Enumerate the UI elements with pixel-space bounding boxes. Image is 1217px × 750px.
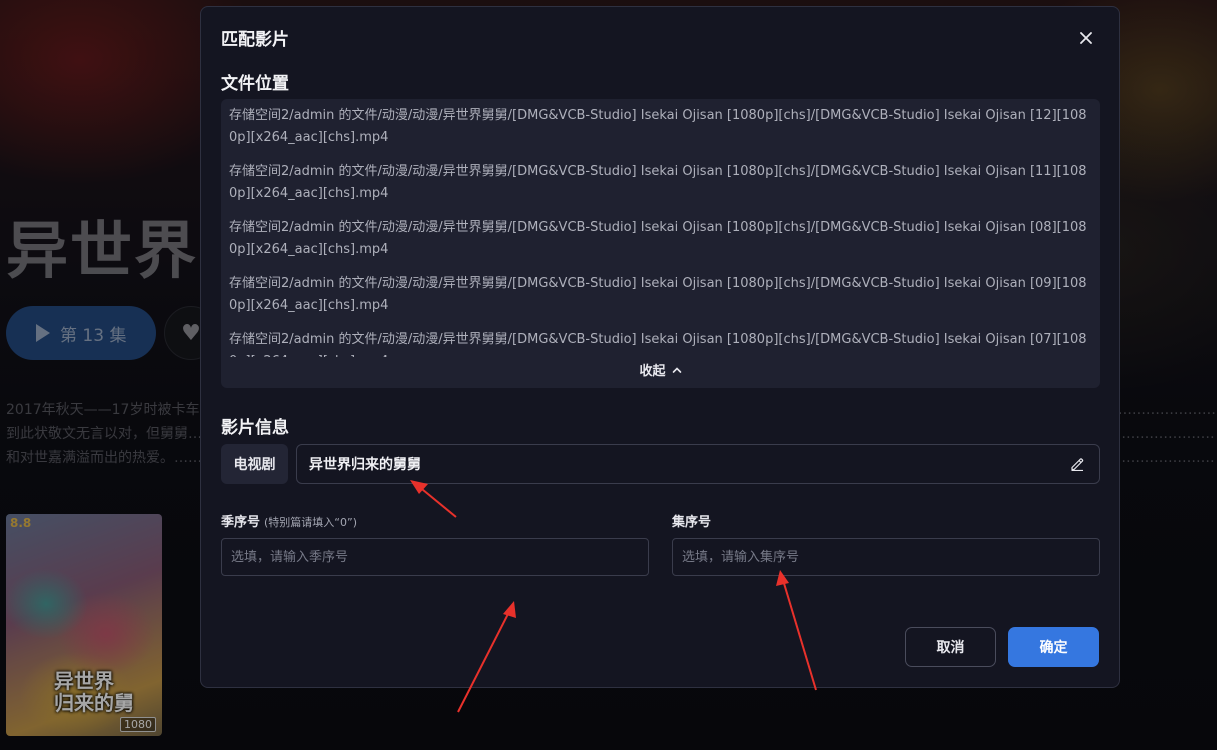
media-title-field[interactable]: 异世界归来的舅舅 xyxy=(296,444,1100,484)
season-hint: (特别篇请填入“0”) xyxy=(264,516,357,529)
confirm-button[interactable]: 确定 xyxy=(1008,627,1099,667)
file-path-item[interactable]: 存储空间2/admin 的文件/动漫/动漫/异世界舅舅/[DMG&VCB-Stu… xyxy=(229,105,1092,149)
close-icon xyxy=(1080,32,1092,44)
file-path-item[interactable]: 存储空间2/admin 的文件/动漫/动漫/异世界舅舅/[DMG&VCB-Stu… xyxy=(229,329,1092,357)
cancel-button[interactable]: 取消 xyxy=(905,627,996,667)
media-info-heading: 影片信息 xyxy=(221,418,289,438)
chevron-up-icon xyxy=(672,366,681,373)
collapse-button[interactable]: 收起 xyxy=(221,360,1100,379)
collapse-label: 收起 xyxy=(639,364,666,379)
file-path-item[interactable]: 存储空间2/admin 的文件/动漫/动漫/异世界舅舅/[DMG&VCB-Stu… xyxy=(229,273,1092,317)
episode-input[interactable] xyxy=(672,538,1100,576)
season-label-text: 季序号 xyxy=(221,515,261,530)
file-path-item[interactable]: 存储空间2/admin 的文件/动漫/动漫/异世界舅舅/[DMG&VCB-Stu… xyxy=(229,217,1092,261)
season-label: 季序号 (特别篇请填入“0”) xyxy=(221,511,357,530)
edit-icon xyxy=(1071,458,1084,471)
file-location-heading: 文件位置 xyxy=(221,74,289,94)
season-input[interactable] xyxy=(221,538,649,576)
media-type-badge: 电视剧 xyxy=(221,444,288,484)
match-media-dialog: 匹配影片 文件位置 存储空间2/admin 的文件/动漫/动漫/异世界舅舅/[D… xyxy=(200,6,1120,688)
file-list[interactable]: 存储空间2/admin 的文件/动漫/动漫/异世界舅舅/[DMG&VCB-Stu… xyxy=(229,105,1092,357)
file-list-panel: 存储空间2/admin 的文件/动漫/动漫/异世界舅舅/[DMG&VCB-Stu… xyxy=(221,99,1100,388)
file-path-item[interactable]: 存储空间2/admin 的文件/动漫/动漫/异世界舅舅/[DMG&VCB-Stu… xyxy=(229,161,1092,205)
edit-title-button[interactable] xyxy=(1067,454,1087,474)
episode-label: 集序号 xyxy=(672,515,712,530)
close-button[interactable] xyxy=(1075,27,1097,49)
dialog-title: 匹配影片 xyxy=(221,30,289,50)
media-title-value: 异世界归来的舅舅 xyxy=(309,457,421,473)
